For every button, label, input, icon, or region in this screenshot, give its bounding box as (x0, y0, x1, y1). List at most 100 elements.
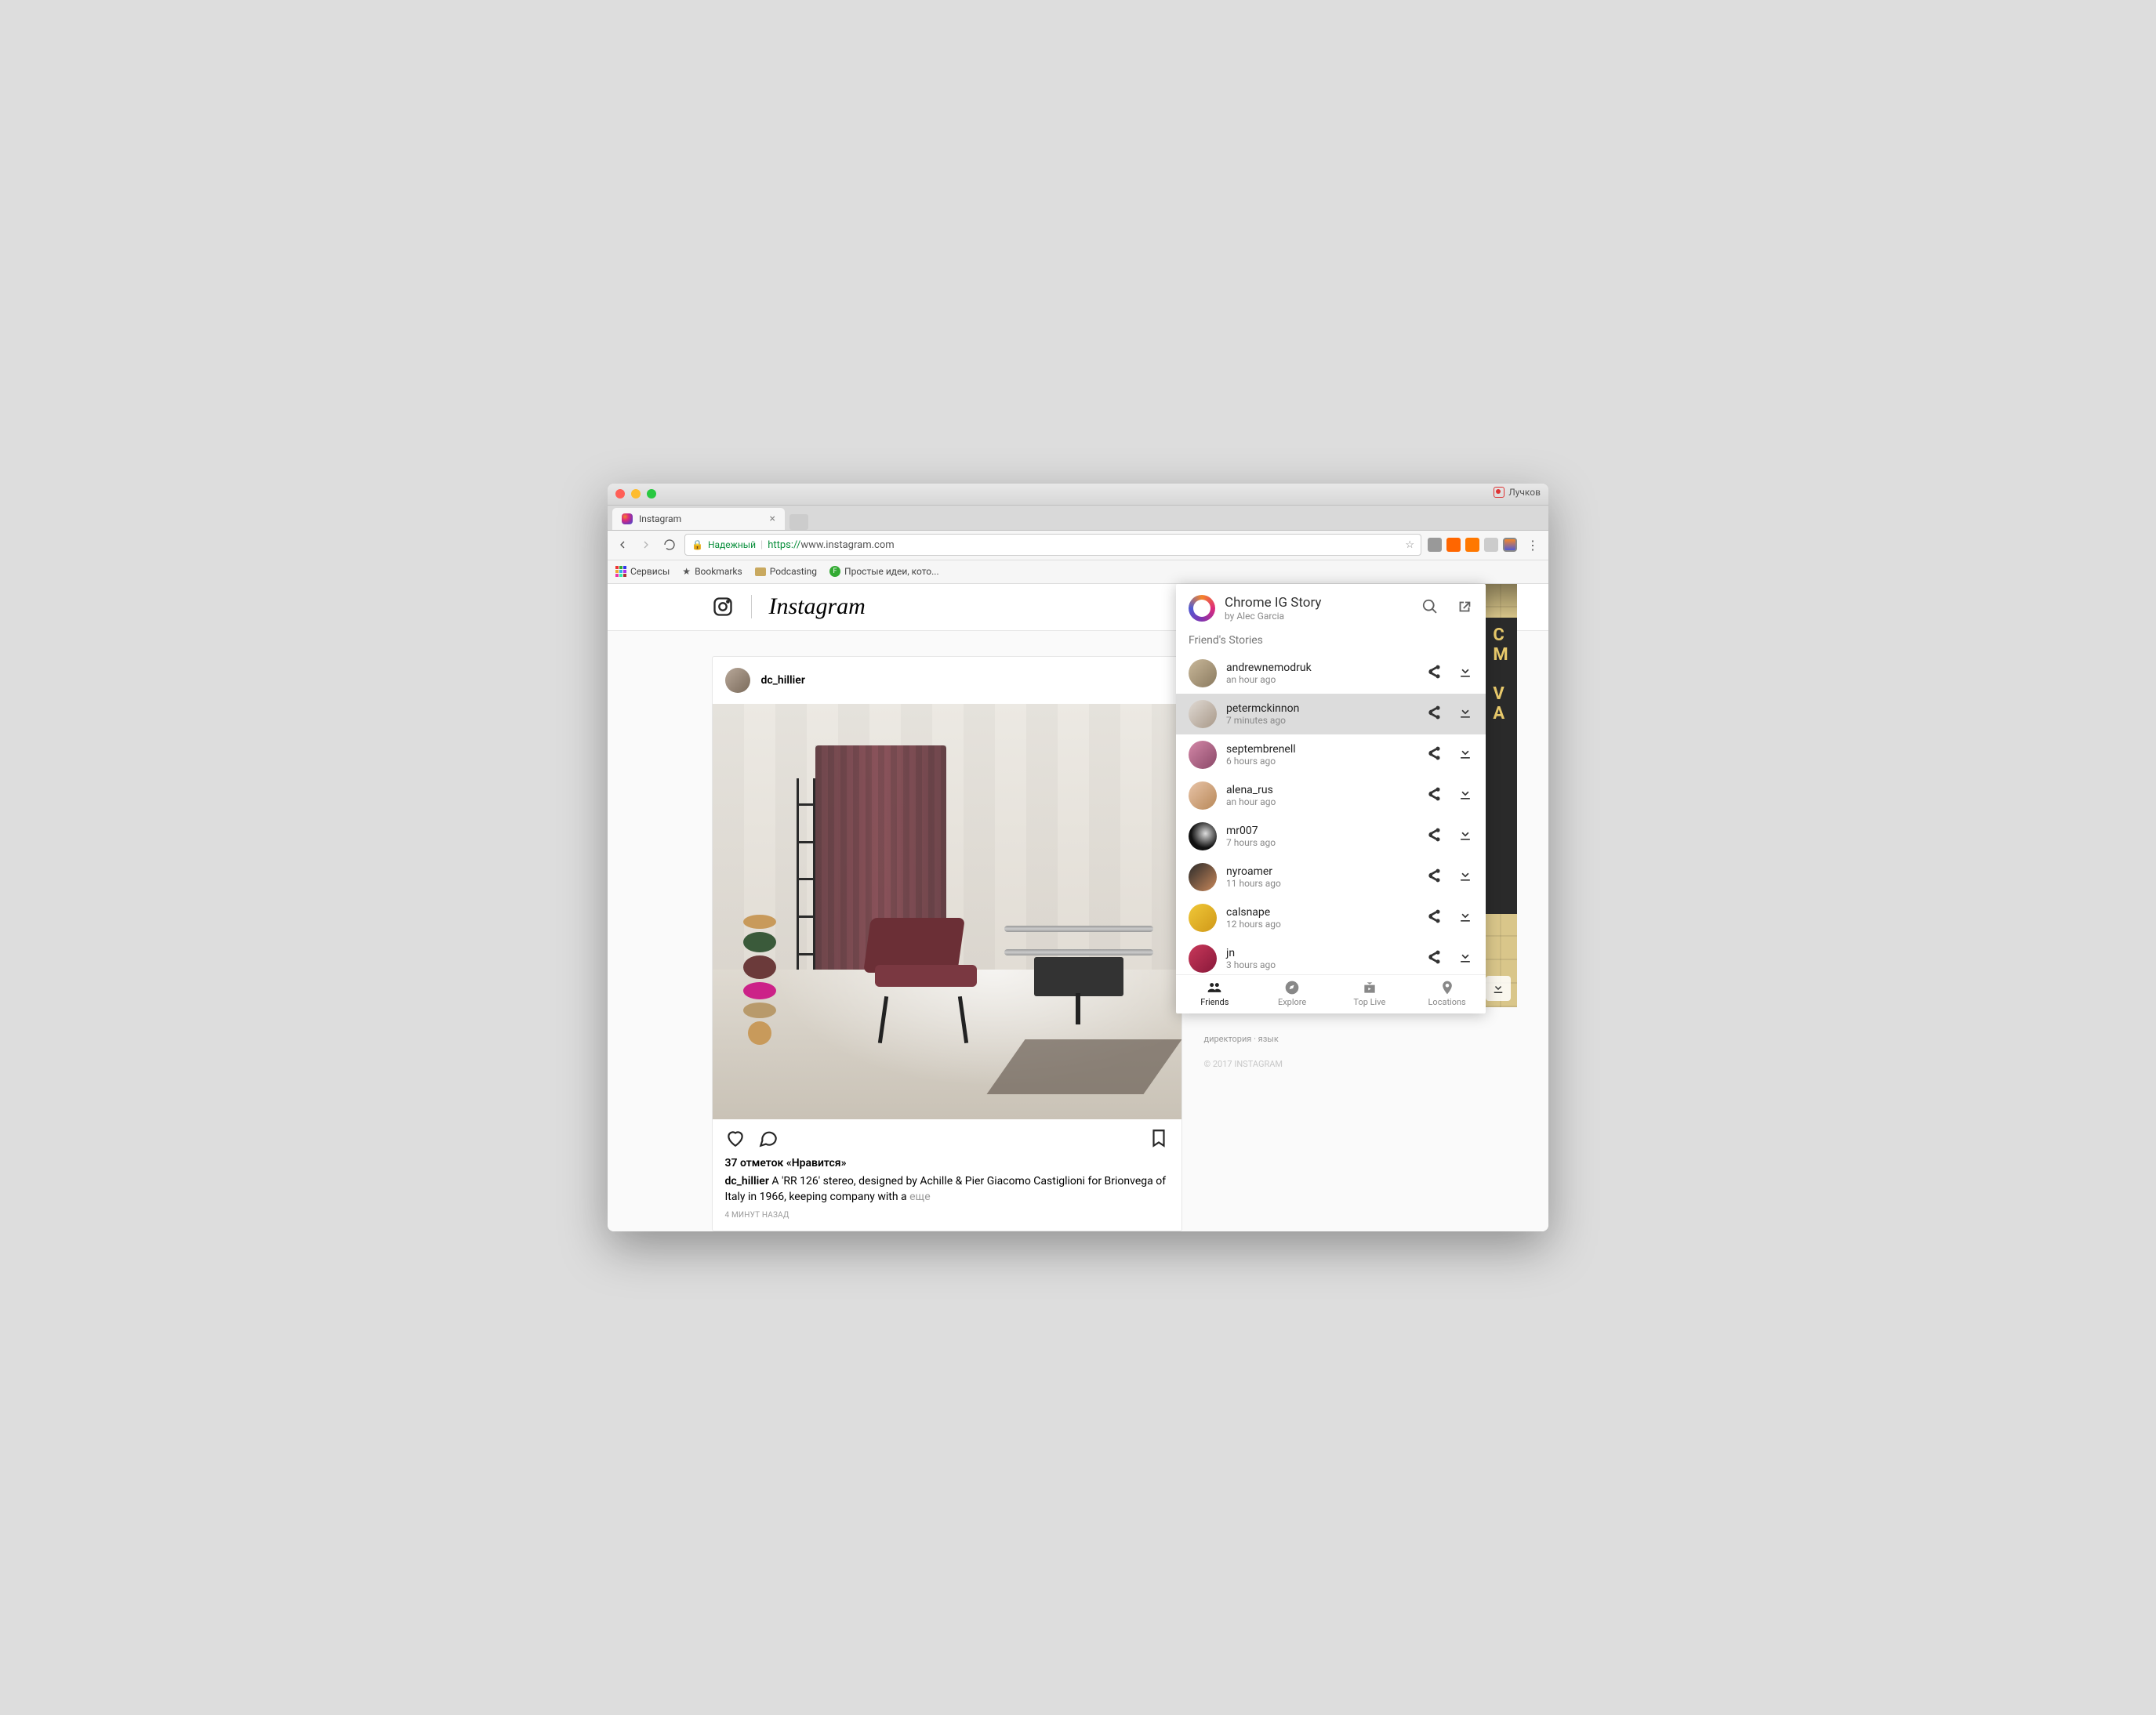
reload-button[interactable] (661, 536, 678, 553)
avatar (1189, 700, 1217, 728)
folder-icon (755, 567, 766, 576)
maximize-window-button[interactable] (647, 489, 656, 499)
story-username: jn (1226, 947, 1417, 959)
url-text: https://www.instagram.com (768, 539, 894, 551)
tab-favicon (622, 513, 633, 524)
bookmark-item[interactable]: ★Bookmarks (682, 566, 742, 577)
extension-title: Chrome IG Story (1225, 595, 1321, 611)
chrome-profile-chip[interactable]: Лучков (1494, 487, 1541, 498)
forward-button[interactable] (637, 536, 655, 553)
story-list[interactable]: andrewnemodrukan hour ago petermckinnon7… (1176, 653, 1486, 974)
share-button[interactable] (1426, 705, 1442, 723)
instagram-logo[interactable]: Instagram (769, 593, 866, 620)
titlebar: Лучков (608, 484, 1548, 506)
tab-explore[interactable]: Explore (1254, 975, 1331, 1013)
close-tab-button[interactable]: × (770, 513, 775, 525)
save-button[interactable] (1149, 1128, 1169, 1148)
bookmark-item[interactable]: FПростые идеи, кото... (829, 566, 939, 577)
browser-tab[interactable]: Instagram × (612, 508, 785, 530)
caption-text: A 'RR 126' stereo, designed by Achille &… (725, 1175, 1167, 1203)
story-row[interactable]: jn3 hours ago (1176, 938, 1486, 974)
story-username: nyroamer (1226, 865, 1417, 878)
tab-title: Instagram (639, 513, 681, 524)
extension-active-icon[interactable] (1503, 538, 1517, 552)
avatar (1189, 822, 1217, 850)
close-window-button[interactable] (615, 489, 625, 499)
browser-menu-button[interactable]: ⋮ (1523, 538, 1542, 553)
tab-top-live[interactable]: Top Live (1331, 975, 1409, 1013)
popout-button[interactable] (1456, 598, 1473, 618)
story-time: an hour ago (1226, 796, 1417, 807)
post-image[interactable] (713, 704, 1181, 1119)
caption-username[interactable]: dc_hillier (725, 1175, 769, 1187)
comment-button[interactable] (758, 1128, 779, 1148)
address-bar[interactable]: 🔒 Надежный | https://www.instagram.com ☆ (684, 534, 1421, 556)
post-timestamp: 4 МИНУТ НАЗАД (713, 1211, 1181, 1231)
browser-toolbar: 🔒 Надежный | https://www.instagram.com ☆… (608, 531, 1548, 560)
download-button[interactable] (1457, 827, 1473, 846)
camera-icon[interactable] (712, 596, 734, 618)
post-caption: dc_hillier A 'RR 126' stereo, designed b… (713, 1174, 1181, 1211)
story-time: 7 hours ago (1226, 837, 1417, 848)
share-button[interactable] (1426, 745, 1442, 764)
download-story-button[interactable] (1486, 976, 1511, 1001)
download-button[interactable] (1457, 664, 1473, 683)
post-header: dc_hillier (713, 657, 1181, 704)
story-time: 12 hours ago (1226, 919, 1417, 930)
story-username: alena_rus (1226, 784, 1417, 796)
post-username[interactable]: dc_hillier (761, 674, 805, 687)
apps-button[interactable]: Сервисы (615, 566, 670, 577)
bookmark-folder[interactable]: Podcasting (755, 566, 817, 577)
like-button[interactable] (725, 1128, 746, 1148)
share-button[interactable] (1426, 664, 1442, 683)
download-button[interactable] (1457, 705, 1473, 723)
story-username: petermckinnon (1226, 702, 1417, 715)
download-button[interactable] (1457, 786, 1473, 805)
share-button[interactable] (1426, 827, 1442, 846)
download-button[interactable] (1457, 745, 1473, 764)
story-time: 3 hours ago (1226, 959, 1417, 970)
story-time: 7 minutes ago (1226, 715, 1417, 726)
share-button[interactable] (1426, 908, 1442, 927)
copyright: © 2017 INSTAGRAM (1204, 1059, 1436, 1069)
tab-friends[interactable]: Friends (1176, 975, 1254, 1013)
back-button[interactable] (614, 536, 631, 553)
new-tab-button[interactable] (789, 514, 808, 530)
avatar[interactable] (725, 668, 750, 693)
avatar (1189, 781, 1217, 810)
download-button[interactable] (1457, 908, 1473, 927)
story-row[interactable]: andrewnemodrukan hour ago (1176, 653, 1486, 694)
share-button[interactable] (1426, 786, 1442, 805)
download-button[interactable] (1457, 868, 1473, 887)
lock-icon: 🔒 (691, 539, 703, 550)
share-button[interactable] (1426, 949, 1442, 968)
bookmark-star-button[interactable]: ☆ (1405, 539, 1414, 551)
extension-icon[interactable] (1484, 538, 1498, 552)
download-button[interactable] (1457, 949, 1473, 968)
story-row[interactable]: mr0077 hours ago (1176, 816, 1486, 857)
story-row[interactable]: alena_rusan hour ago (1176, 775, 1486, 816)
profile-name: Лучков (1508, 487, 1541, 498)
story-row-selected[interactable]: petermckinnon7 minutes ago (1176, 694, 1486, 734)
share-button[interactable] (1426, 868, 1442, 887)
story-username: septembrenell (1226, 743, 1417, 756)
browser-window: Лучков Instagram × 🔒 Надежный | https://… (608, 484, 1548, 1231)
search-button[interactable] (1421, 598, 1439, 618)
page-content: Instagram dc_hillier (608, 584, 1548, 1231)
extension-icon[interactable] (1446, 538, 1461, 552)
likes-count[interactable]: 37 отметок «Нравится» (713, 1157, 1181, 1174)
story-row[interactable]: calsnape12 hours ago (1176, 897, 1486, 938)
background-sign: CMVA (1486, 618, 1517, 914)
avatar (1189, 945, 1217, 973)
minimize-window-button[interactable] (631, 489, 641, 499)
extension-icon[interactable] (1428, 538, 1442, 552)
stories-section-label: Friend's Stories (1176, 626, 1486, 653)
apps-icon (615, 566, 626, 577)
story-row[interactable]: nyroamer11 hours ago (1176, 857, 1486, 897)
more-link[interactable]: еще (909, 1191, 931, 1203)
story-row[interactable]: septembrenell6 hours ago (1176, 734, 1486, 775)
popover-header: Chrome IG Story by Alec Garcia (1176, 584, 1486, 626)
tab-locations[interactable]: Locations (1408, 975, 1486, 1013)
bookmarks-bar: Сервисы ★Bookmarks Podcasting FПростые и… (608, 560, 1548, 584)
extension-icon[interactable] (1465, 538, 1479, 552)
